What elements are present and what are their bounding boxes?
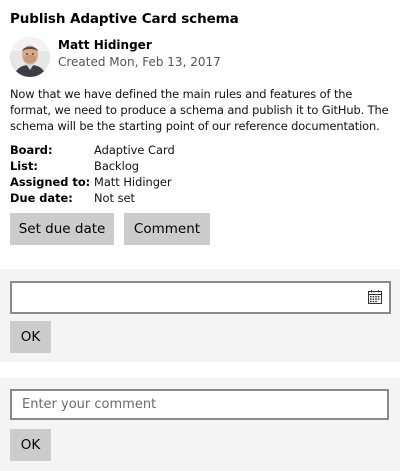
created-date: Created Mon, Feb 13, 2017 xyxy=(58,55,221,69)
fact-value: Adaptive Card xyxy=(94,143,175,157)
adaptive-card: Publish Adaptive Card schema Matt Hiding… xyxy=(0,0,400,471)
fact-row-assigned-to: Assigned to: Matt Hidinger xyxy=(10,174,175,190)
fact-label: Due date: xyxy=(10,191,73,205)
fact-row-list: List: Backlog xyxy=(10,158,175,174)
fact-label: List: xyxy=(10,159,38,173)
avatar xyxy=(10,37,50,77)
fact-set: Board: Adaptive Card List: Backlog Assigne… xyxy=(10,142,175,206)
due-date-ok-button[interactable]: OK xyxy=(10,321,51,353)
fact-value: Not set xyxy=(94,191,135,205)
card-description: Now that we have defined the main rules … xyxy=(10,87,389,133)
fact-label: Board: xyxy=(10,143,53,157)
comment-input[interactable] xyxy=(10,389,389,420)
fact-value: Matt Hidinger xyxy=(94,175,172,189)
comment-panel: OK xyxy=(0,378,400,471)
card-title: Publish Adaptive Card schema xyxy=(10,11,239,27)
avatar-portrait xyxy=(10,37,50,77)
due-date-input[interactable] xyxy=(10,281,391,314)
set-due-date-button[interactable]: Set due date xyxy=(10,213,114,245)
fact-value: Backlog xyxy=(94,159,140,173)
fact-label: Assigned to: xyxy=(10,175,91,189)
author-name: Matt Hidinger xyxy=(58,38,152,52)
due-date-panel: OK xyxy=(0,269,400,362)
calendar-icon[interactable] xyxy=(367,289,383,305)
fact-row-board: Board: Adaptive Card xyxy=(10,142,175,158)
card-body: Publish Adaptive Card schema Matt Hiding… xyxy=(0,0,400,269)
comment-ok-button[interactable]: OK xyxy=(10,429,51,461)
comment-button[interactable]: Comment xyxy=(124,213,210,245)
fact-row-due-date: Due date: Not set xyxy=(10,190,175,206)
